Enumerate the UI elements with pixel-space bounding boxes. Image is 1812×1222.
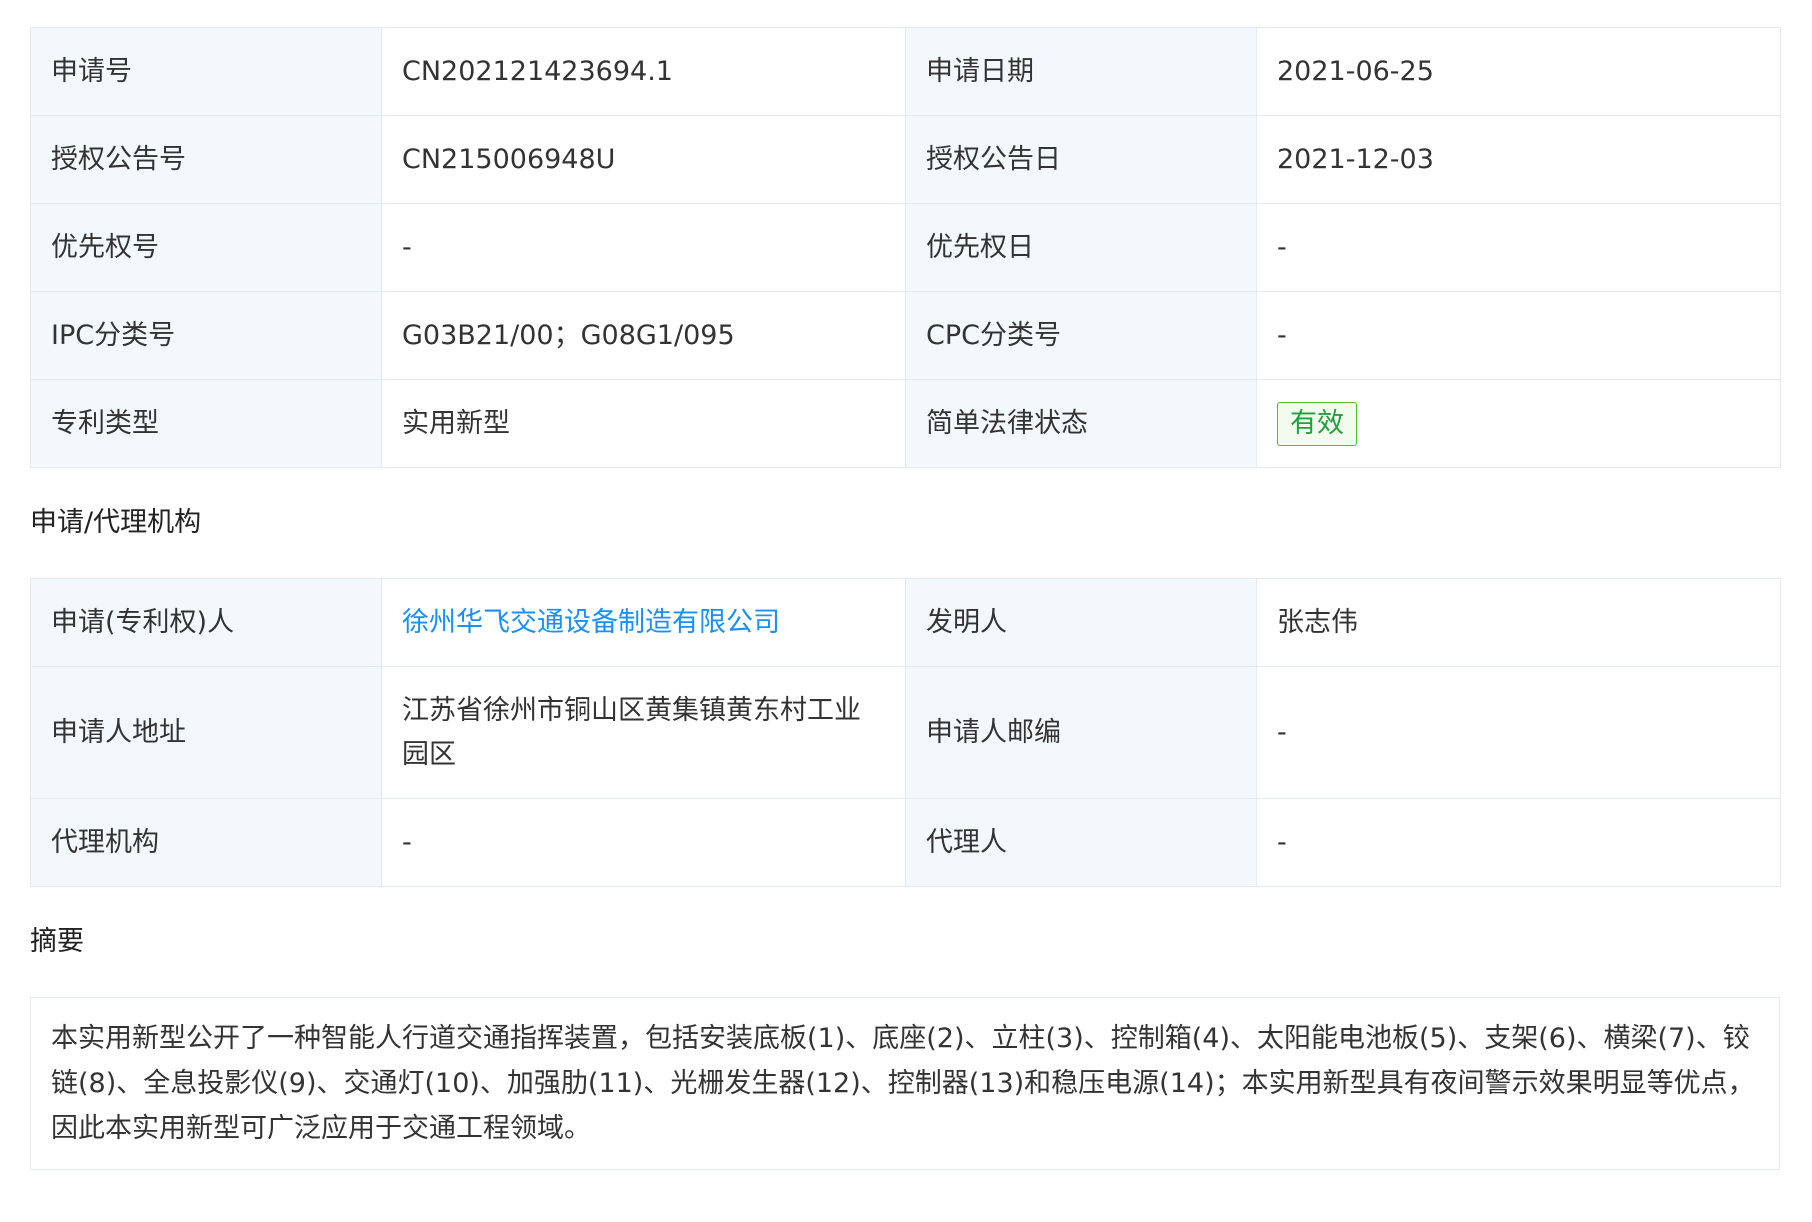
table-row: 申请人地址 江苏省徐州市铜山区黄集镇黄东村工业园区 申请人邮编 -: [30, 666, 1781, 799]
table-row: 优先权号 - 优先权日 -: [30, 203, 1781, 292]
status-badge: 有效: [1277, 401, 1357, 446]
abstract-section-title: 摘要: [30, 926, 84, 957]
inventor-value: 张志伟: [1256, 578, 1781, 667]
grant-number-value: CN215006948U: [381, 115, 906, 204]
legal-status-cell: 有效: [1256, 379, 1781, 468]
patent-detail: 申请号 CN202121423694.1 申请日期 2021-06-25 授权公…: [30, 27, 1781, 1170]
ipc-value: G03B21/00；G08G1/095: [381, 291, 906, 380]
grant-date-label: 授权公告日: [905, 115, 1257, 204]
applicant-address-label: 申请人地址: [30, 666, 382, 799]
applicant-cell: 徐州华飞交通设备制造有限公司: [381, 578, 906, 667]
priority-number-value: -: [381, 203, 906, 292]
priority-number-label: 优先权号: [30, 203, 382, 292]
grant-number-label: 授权公告号: [30, 115, 382, 204]
agency-section-title: 申请/代理机构: [30, 507, 202, 538]
patent-type-label: 专利类型: [30, 379, 382, 468]
priority-date-label: 优先权日: [905, 203, 1257, 292]
agency-table: 申请(专利权)人 徐州华飞交通设备制造有限公司 发明人 张志伟 申请人地址 江苏…: [30, 578, 1781, 887]
table-row: 授权公告号 CN215006948U 授权公告日 2021-12-03: [30, 115, 1781, 204]
inventor-label: 发明人: [905, 578, 1257, 667]
table-row: 专利类型 实用新型 简单法律状态 有效: [30, 379, 1781, 468]
application-number-value: CN202121423694.1: [381, 27, 906, 116]
cpc-value: -: [1256, 291, 1781, 380]
table-row: 申请(专利权)人 徐州华飞交通设备制造有限公司 发明人 张志伟: [30, 578, 1781, 667]
application-date-label: 申请日期: [905, 27, 1257, 116]
grant-date-value: 2021-12-03: [1256, 115, 1781, 204]
patent-type-value: 实用新型: [381, 379, 906, 468]
priority-date-value: -: [1256, 203, 1781, 292]
applicant-label: 申请(专利权)人: [30, 578, 382, 667]
table-row: IPC分类号 G03B21/00；G08G1/095 CPC分类号 -: [30, 291, 1781, 380]
cpc-label: CPC分类号: [905, 291, 1257, 380]
table-row: 申请号 CN202121423694.1 申请日期 2021-06-25: [30, 27, 1781, 116]
table-row: 代理机构 - 代理人 -: [30, 798, 1781, 887]
application-date-value: 2021-06-25: [1256, 27, 1781, 116]
abstract-text: 本实用新型公开了一种智能人行道交通指挥装置，包括安装底板(1)、底座(2)、立柱…: [30, 997, 1780, 1170]
basic-info-table: 申请号 CN202121423694.1 申请日期 2021-06-25 授权公…: [30, 27, 1781, 468]
application-number-label: 申请号: [30, 27, 382, 116]
agency-value: -: [381, 798, 906, 887]
legal-status-label: 简单法律状态: [905, 379, 1257, 468]
agency-label: 代理机构: [30, 798, 382, 887]
applicant-postcode-value: -: [1256, 666, 1781, 799]
ipc-label: IPC分类号: [30, 291, 382, 380]
agent-label: 代理人: [905, 798, 1257, 887]
applicant-link[interactable]: 徐州华飞交通设备制造有限公司: [402, 607, 780, 638]
agent-value: -: [1256, 798, 1781, 887]
applicant-address-value: 江苏省徐州市铜山区黄集镇黄东村工业园区: [381, 666, 906, 799]
applicant-postcode-label: 申请人邮编: [905, 666, 1257, 799]
